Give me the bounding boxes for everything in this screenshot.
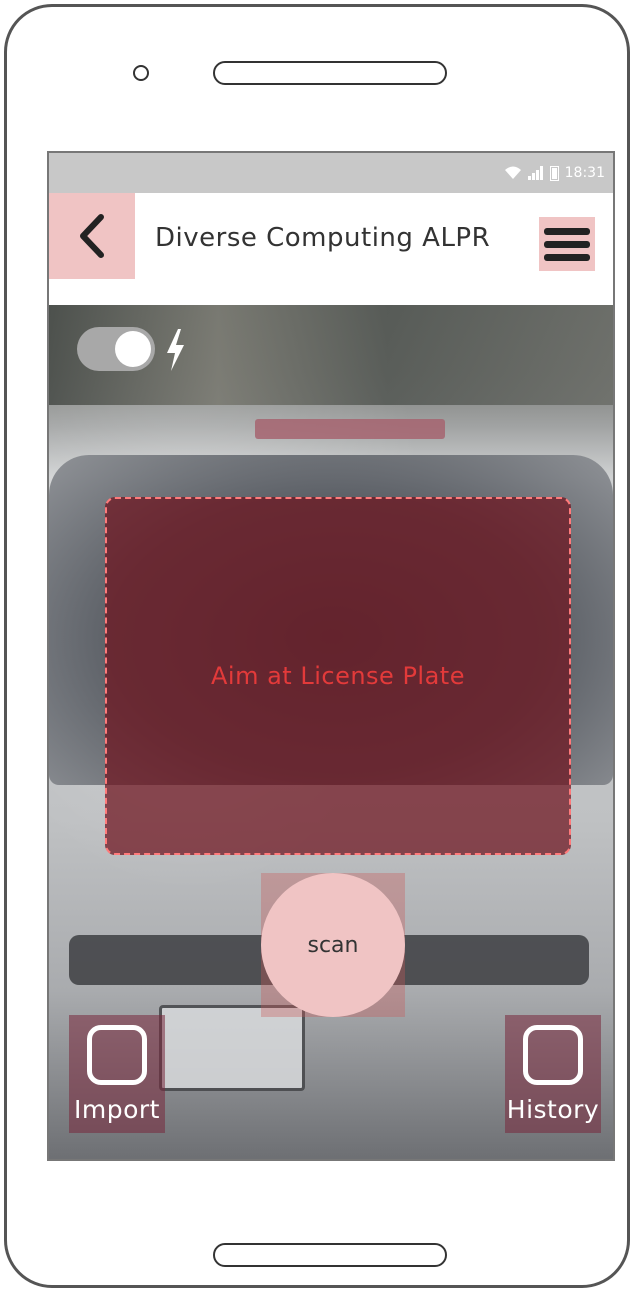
aim-instruction: Aim at License Plate [211, 662, 465, 690]
scan-button[interactable]: scan [261, 873, 405, 1017]
import-icon [87, 1025, 147, 1085]
page-title: Diverse Computing ALPR [155, 223, 491, 253]
status-time: 18:31 [564, 165, 605, 181]
app-header: Diverse Computing ALPR [49, 193, 613, 305]
camera-background-brake-light [255, 419, 445, 439]
hamburger-line [544, 253, 590, 261]
chevron-left-icon [80, 214, 104, 258]
history-button[interactable]: History [505, 1015, 601, 1133]
battery-icon [549, 166, 559, 181]
menu-button[interactable] [539, 217, 595, 271]
signal-icon [527, 166, 543, 180]
phone-frame: 18:31 Diverse Computing ALPR Aim at Lice… [4, 4, 630, 1288]
status-bar: 18:31 [49, 153, 613, 193]
home-indicator[interactable] [213, 1243, 447, 1267]
hamburger-line [544, 240, 590, 248]
back-button[interactable] [49, 193, 135, 279]
lightning-icon [167, 329, 184, 371]
hamburger-menu-icon [544, 227, 590, 235]
speaker-grille [213, 61, 447, 85]
wifi-icon [504, 166, 521, 179]
scan-button-area: scan [261, 873, 405, 1017]
toggle-knob [115, 331, 151, 367]
app-screen: 18:31 Diverse Computing ALPR Aim at Lice… [47, 151, 615, 1161]
camera-preview: Aim at License Plate scan Import History [49, 305, 613, 1159]
import-button[interactable]: Import [69, 1015, 165, 1133]
camera-background-plate [159, 1005, 305, 1091]
aim-region: Aim at License Plate [105, 497, 571, 855]
history-icon [523, 1025, 583, 1085]
history-label: History [506, 1095, 600, 1124]
front-camera [133, 65, 149, 81]
flash-toggle[interactable] [77, 327, 155, 371]
import-label: Import [74, 1095, 160, 1124]
